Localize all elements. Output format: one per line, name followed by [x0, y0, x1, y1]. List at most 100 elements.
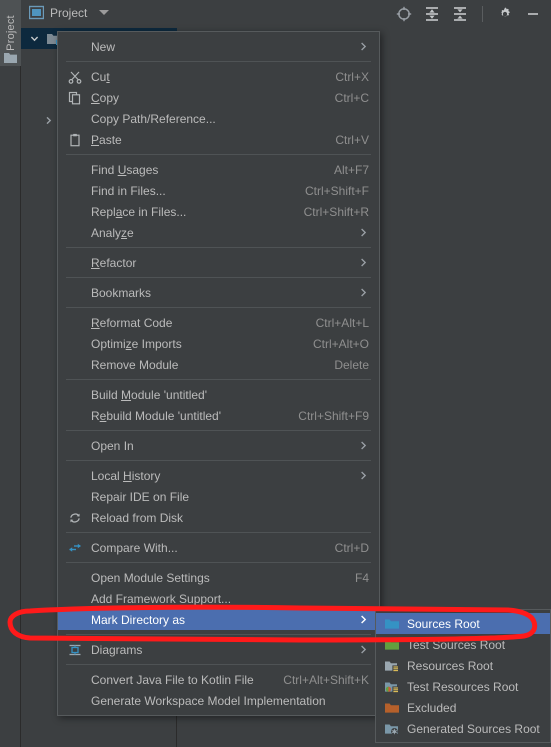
- menu-item-icon-blank: [67, 111, 83, 127]
- menu-item-compare-with[interactable]: Compare With... Ctrl+D: [58, 537, 379, 558]
- reload-icon: [67, 510, 83, 526]
- menu-item-icon-blank: [67, 489, 83, 505]
- menu-separator: [66, 664, 371, 665]
- folder-excluded-icon: [385, 703, 399, 713]
- menu-item-open-in[interactable]: Open In: [58, 435, 379, 456]
- menu-item-copy-path-reference[interactable]: Copy Path/Reference...: [58, 108, 379, 129]
- menu-item-label: Copy Path/Reference...: [91, 111, 216, 126]
- chevron-down-icon: [99, 10, 110, 15]
- chevron-right-icon[interactable]: [43, 115, 54, 126]
- menu-item-accelerator: F4: [354, 570, 369, 585]
- menu-item-label: Reload from Disk: [91, 510, 184, 525]
- menu-item-copy[interactable]: Copy Ctrl+C: [58, 87, 379, 108]
- tool-window-tab-label: Project: [4, 15, 17, 51]
- menu-item-cut[interactable]: Cut Ctrl+X: [58, 66, 379, 87]
- submenu-item-resources-root[interactable]: Resources Root: [376, 655, 550, 676]
- submenu-item-test-resources-root[interactable]: Test Resources Root: [376, 676, 550, 697]
- menu-separator: [66, 430, 371, 431]
- menu-item-icon-blank: [67, 183, 83, 199]
- menu-item-label: Cut: [91, 69, 110, 84]
- menu-item-reload-from-disk[interactable]: Reload from Disk: [58, 507, 379, 528]
- folder-generated-sources-icon: [385, 724, 398, 735]
- menu-item-find-usages[interactable]: Find Usages Alt+F7: [58, 159, 379, 180]
- menu-item-icon-blank: [67, 591, 83, 607]
- submenu-item-excluded[interactable]: Excluded: [376, 697, 550, 718]
- collapse-all-icon[interactable]: [452, 6, 468, 22]
- menu-item-reformat-code[interactable]: Reformat Code Ctrl+Alt+L: [58, 312, 379, 333]
- submenu-arrow-icon: [361, 228, 367, 237]
- submenu-item-label: Sources Root: [407, 616, 480, 631]
- menu-item-accelerator: Alt+F7: [333, 162, 369, 177]
- menu-item-icon-blank: [67, 570, 83, 586]
- submenu-item-label: Test Resources Root: [407, 679, 519, 694]
- menu-item-rebuild-module[interactable]: Rebuild Module 'untitled' Ctrl+Shift+F9: [58, 405, 379, 426]
- menu-item-label: Convert Java File to Kotlin File: [91, 672, 254, 687]
- menu-item-add-framework-support[interactable]: Add Framework Support...: [58, 588, 379, 609]
- submenu-arrow-icon: [361, 258, 367, 267]
- menu-item-replace-in-files[interactable]: Replace in Files... Ctrl+Shift+R: [58, 201, 379, 222]
- menu-separator: [66, 562, 371, 563]
- menu-item-label: Refactor: [91, 255, 137, 270]
- menu-item-icon-blank: [67, 357, 83, 373]
- settings-gear-icon[interactable]: [497, 6, 513, 22]
- menu-item-label: Analyze: [91, 225, 134, 240]
- menu-item-accelerator: Ctrl+Alt+Shift+K: [283, 672, 369, 687]
- submenu-arrow-icon: [361, 42, 367, 51]
- submenu-item-generated-sources-root[interactable]: Generated Sources Root: [376, 718, 550, 739]
- menu-item-new[interactable]: New: [58, 36, 379, 57]
- menu-item-label: Compare With...: [91, 540, 178, 555]
- project-view-selector[interactable]: Project: [29, 5, 110, 20]
- folder-sources-icon: [385, 619, 399, 629]
- menu-item-label: Mark Directory as: [91, 612, 186, 627]
- menu-item-repair-ide-on-file[interactable]: Repair IDE on File: [58, 486, 379, 507]
- submenu-item-sources-root[interactable]: Sources Root: [376, 613, 550, 634]
- menu-item-icon-blank: [67, 612, 83, 628]
- menu-separator: [66, 277, 371, 278]
- diagram-icon: [67, 642, 83, 658]
- menu-item-label: Paste: [91, 132, 122, 147]
- menu-item-icon-blank: [67, 468, 83, 484]
- chevron-down-icon[interactable]: [29, 33, 40, 44]
- menu-item-icon-blank: [67, 204, 83, 220]
- submenu-arrow-icon: [361, 471, 367, 480]
- menu-item-icon-blank: [67, 672, 83, 688]
- menu-item-bookmarks[interactable]: Bookmarks: [58, 282, 379, 303]
- menu-item-build-module[interactable]: Build Module 'untitled': [58, 384, 379, 405]
- menu-item-accelerator: Ctrl+Alt+L: [315, 315, 369, 330]
- menu-item-diagrams[interactable]: Diagrams: [58, 639, 379, 660]
- menu-separator: [66, 247, 371, 248]
- menu-item-open-module-settings[interactable]: Open Module Settings F4: [58, 567, 379, 588]
- menu-item-remove-module[interactable]: Remove Module Delete: [58, 354, 379, 375]
- menu-separator: [66, 61, 371, 62]
- menu-separator: [66, 307, 371, 308]
- menu-item-paste[interactable]: Paste Ctrl+V: [58, 129, 379, 150]
- menu-item-icon-blank: [67, 438, 83, 454]
- menu-separator: [66, 154, 371, 155]
- menu-item-local-history[interactable]: Local History: [58, 465, 379, 486]
- locate-target-icon[interactable]: [396, 6, 412, 22]
- submenu-item-label: Generated Sources Root: [407, 721, 540, 736]
- menu-item-label: Add Framework Support...: [91, 591, 232, 606]
- expand-all-icon[interactable]: [424, 6, 440, 22]
- menu-item-label: Remove Module: [91, 357, 179, 372]
- menu-item-label: Bookmarks: [91, 285, 152, 300]
- menu-item-accelerator: Ctrl+C: [334, 90, 369, 105]
- menu-item-accelerator: Ctrl+Shift+F: [304, 183, 369, 198]
- menu-item-convert-java-to-kotlin[interactable]: Convert Java File to Kotlin File Ctrl+Al…: [58, 669, 379, 690]
- menu-separator: [66, 532, 371, 533]
- menu-item-icon-blank: [67, 336, 83, 352]
- menu-item-label: Repair IDE on File: [91, 489, 190, 504]
- menu-item-optimize-imports[interactable]: Optimize Imports Ctrl+Alt+O: [58, 333, 379, 354]
- menu-item-mark-directory-as[interactable]: Mark Directory as: [58, 609, 379, 630]
- menu-item-refactor[interactable]: Refactor: [58, 252, 379, 273]
- menu-item-label: New: [91, 39, 116, 54]
- hide-panel-icon[interactable]: [525, 6, 541, 22]
- menu-item-generate-workspace-model[interactable]: Generate Workspace Model Implementation: [58, 690, 379, 711]
- menu-item-accelerator: Ctrl+Alt+O: [312, 336, 369, 351]
- submenu-item-test-sources-root[interactable]: Test Sources Root: [376, 634, 550, 655]
- mark-directory-as-submenu: Sources Root Test Sources Root Resources…: [375, 609, 551, 743]
- menu-item-analyze[interactable]: Analyze: [58, 222, 379, 243]
- menu-item-find-in-files[interactable]: Find in Files... Ctrl+Shift+F: [58, 180, 379, 201]
- menu-item-icon-blank: [67, 315, 83, 331]
- menu-item-label: Open In: [91, 438, 134, 453]
